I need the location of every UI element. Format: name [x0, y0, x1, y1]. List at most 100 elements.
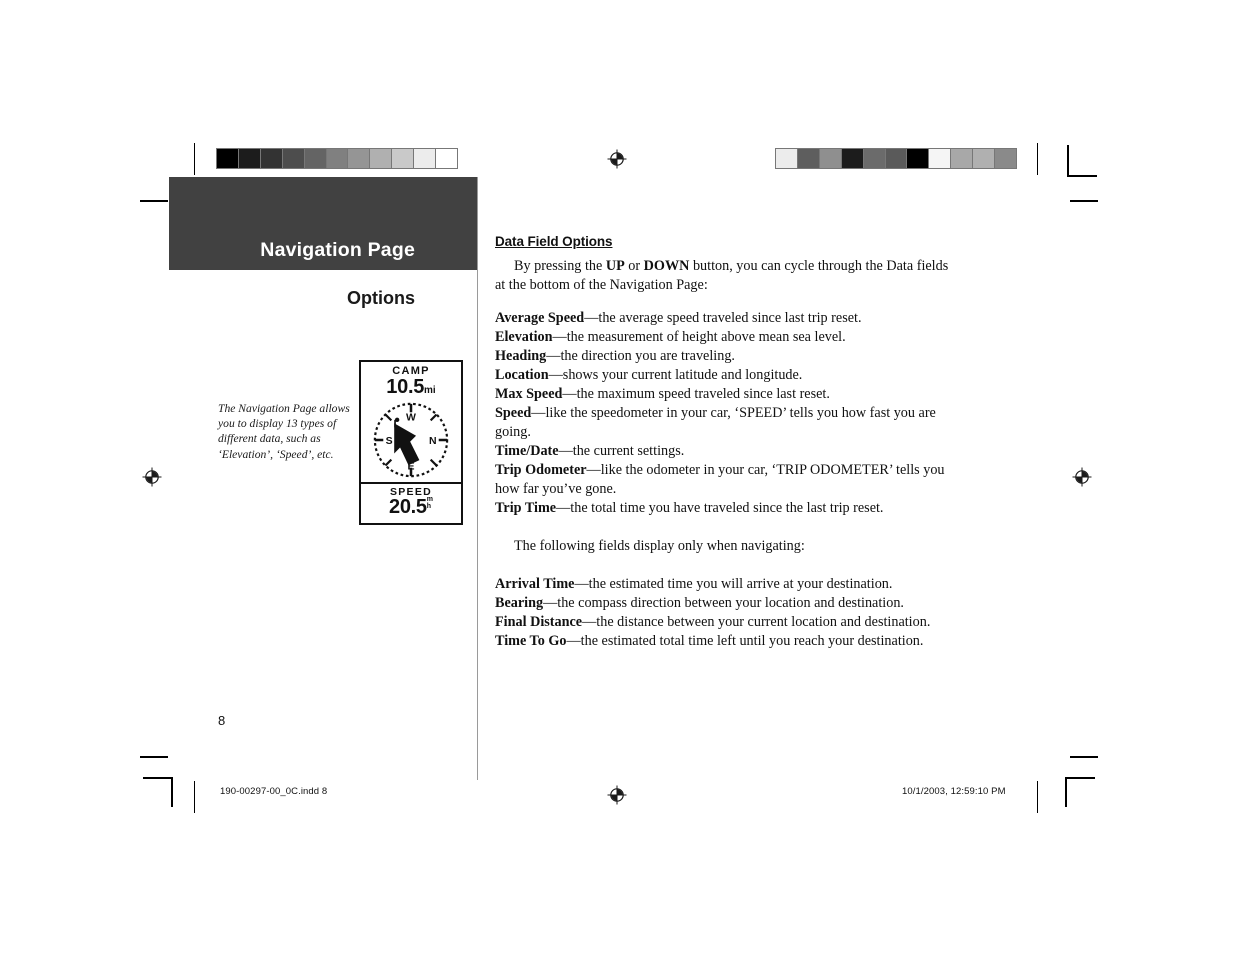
device-navigation-area: CAMP 10.5mi W N E S: [361, 362, 461, 484]
crop-mark-bottom-right-vertical: [1037, 781, 1038, 813]
data-field-term: Bearing: [495, 595, 544, 611]
up-button-label: UP: [605, 258, 625, 274]
main-content-column: Data Field Options By pressing the UP or…: [495, 234, 960, 651]
crop-mark-top-right-corner-vertical: [1067, 145, 1069, 177]
data-fields-list: Average Speed—the average speed traveled…: [495, 309, 960, 518]
data-field-entry: Time To Go—the estimated total time left…: [495, 632, 960, 651]
data-field-entry: Location—shows your current latitude and…: [495, 366, 960, 385]
section-title: Options: [347, 288, 415, 308]
data-field-options-heading: Data Field Options: [495, 234, 613, 249]
calibration-swatch: [370, 149, 393, 168]
crop-mark-top-right-corner-horizontal: [1067, 175, 1097, 177]
data-field-entry: Elevation—the measurement of height abov…: [495, 328, 960, 347]
intro-paragraph: By pressing the UP or DOWN button, you c…: [495, 257, 960, 295]
svg-text:N: N: [429, 435, 437, 447]
data-field-term: Trip Time: [495, 500, 557, 516]
column-divider: [477, 177, 478, 780]
data-field-description: —the current settings.: [558, 443, 685, 459]
calibration-swatch: [819, 149, 842, 168]
data-field-description: —like the speedometer in your car, ‘SPEE…: [495, 405, 936, 440]
device-distance-unit: mi: [424, 385, 436, 396]
page-number: 8: [218, 713, 226, 728]
crop-mark-bottom-left-horizontal: [140, 756, 168, 758]
calibration-swatch: [797, 149, 820, 168]
data-field-entry: Final Distance—the distance between your…: [495, 613, 960, 632]
data-field-description: —the distance between your current locat…: [582, 614, 931, 630]
device-distance-readout: 10.5mi: [361, 376, 461, 399]
device-distance-value: 10.5: [386, 376, 425, 398]
calibration-swatch: [995, 149, 1016, 168]
crop-mark-bottom-left-corner-horizontal: [143, 777, 173, 779]
calibration-swatch: [436, 149, 457, 168]
calibration-swatch: [951, 149, 974, 168]
data-field-term: Final Distance: [495, 614, 583, 630]
data-field-entry: Bearing—the compass direction between yo…: [495, 594, 960, 613]
calibration-swatch: [392, 149, 415, 168]
data-field-entry: Arrival Time—the estimated time you will…: [495, 575, 960, 594]
crop-mark-bottom-right-corner-horizontal: [1065, 777, 1095, 779]
calibration-swatch: [238, 149, 261, 168]
data-field-term: Time To Go: [495, 633, 567, 649]
data-field-term: Max Speed: [495, 386, 563, 402]
data-field-description: —the maximum speed traveled since last r…: [562, 386, 830, 402]
data-field-description: —the direction you are traveling.: [546, 348, 735, 364]
crop-mark-top-left-vertical: [194, 143, 195, 175]
intro-text-a: By pressing the: [514, 258, 606, 274]
crop-mark-bottom-right-horizontal: [1070, 756, 1098, 758]
calibration-swatch: [348, 149, 371, 168]
data-field-term: Heading: [495, 348, 547, 364]
registration-target-top: [607, 149, 627, 169]
device-speed-value: 20.5: [389, 496, 427, 518]
calibration-swatch: [326, 149, 349, 168]
crop-mark-top-right-vertical: [1037, 143, 1038, 175]
data-field-entry: Time/Date—the current settings.: [495, 442, 960, 461]
calibration-swatch: [260, 149, 283, 168]
calibration-swatch: [776, 149, 798, 168]
crop-mark-bottom-left-vertical: [194, 781, 195, 813]
data-field-description: —the estimated total time left until you…: [566, 633, 924, 649]
data-field-description: —the total time you have traveled since …: [556, 500, 884, 516]
calibration-swatch: [863, 149, 886, 168]
data-field-entry: Max Speed—the maximum speed traveled sin…: [495, 385, 960, 404]
data-field-term: Trip Odometer: [495, 462, 587, 478]
calibration-swatch: [414, 149, 437, 168]
crop-mark-bottom-left-corner-vertical: [171, 777, 173, 807]
calibration-swatch: [282, 149, 305, 168]
data-field-term: Arrival Time: [495, 576, 575, 592]
grayscale-calibration-strip-right: [775, 148, 1017, 169]
calibration-swatch: [929, 149, 952, 168]
calibration-swatch: [907, 149, 930, 168]
gps-device-screen-figure: CAMP 10.5mi W N E S SPEED 20.5m h: [359, 360, 463, 525]
chapter-banner: Navigation Page: [169, 177, 477, 270]
data-field-entry: Heading—the direction you are traveling.: [495, 347, 960, 366]
data-field-entry: Speed—like the speedometer in your car, …: [495, 404, 960, 442]
data-field-description: —the compass direction between your loca…: [543, 595, 904, 611]
data-field-entry: Average Speed—the average speed traveled…: [495, 309, 960, 328]
footer-file-name: 190-00297-00_0C.indd 8: [220, 786, 328, 797]
device-speed-readout: 20.5m h: [361, 496, 461, 519]
figure-caption: The Navigation Page allows you to displa…: [218, 402, 350, 461]
data-field-description: —the measurement of height above mean se…: [552, 329, 846, 345]
footer-timestamp: 10/1/2003, 12:59:10 PM: [902, 786, 1006, 797]
registration-target-bottom: [607, 785, 627, 805]
grayscale-calibration-strip-left: [216, 148, 458, 169]
compass-rose-icon: W N E S: [373, 402, 449, 478]
data-field-term: Location: [495, 367, 549, 383]
calibration-swatch: [885, 149, 908, 168]
svg-text:W: W: [406, 412, 416, 424]
data-field-term: Time/Date: [495, 443, 559, 459]
data-field-term: Speed: [495, 405, 532, 421]
device-speed-unit: mh: [426, 496, 433, 510]
svg-text:S: S: [386, 435, 393, 447]
data-field-term: Elevation: [495, 329, 553, 345]
data-field-description: —the average speed traveled since last t…: [584, 310, 862, 326]
calibration-swatch: [841, 149, 864, 168]
calibration-swatch: [217, 149, 239, 168]
navigation-only-fields-list: Arrival Time—the estimated time you will…: [495, 575, 960, 651]
intro-text-c: or: [624, 258, 644, 274]
registration-target-left: [142, 467, 162, 487]
data-field-term: Average Speed: [495, 310, 585, 326]
crop-mark-top-right-horizontal: [1070, 200, 1098, 202]
data-field-entry: Trip Odometer—like the odometer in your …: [495, 461, 960, 499]
device-speed-area: SPEED 20.5m h: [361, 484, 461, 523]
